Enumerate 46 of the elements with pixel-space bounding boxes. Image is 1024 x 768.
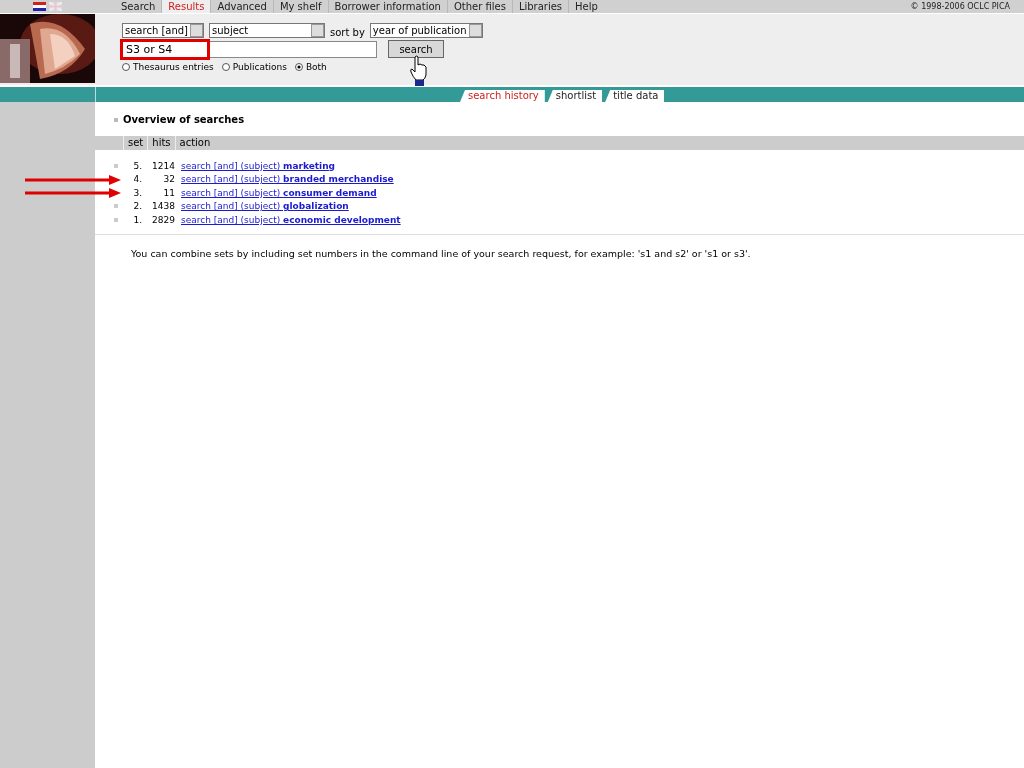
column-header: set	[123, 136, 148, 150]
hits-count: 1214	[151, 160, 175, 171]
help-text: You can combine sets by including set numbers in the command line of your search request, for example: 's1 and s2' or 's1 or s3'.	[130, 246, 752, 259]
sort-dropdown[interactable]: year of publication	[369, 23, 483, 38]
tab[interactable]: title data	[605, 90, 665, 102]
nav-link[interactable]: Help	[568, 0, 604, 13]
tab[interactable]: shortlist	[547, 90, 603, 102]
set-number: 5.	[132, 160, 142, 171]
radio-label[interactable]: Thesaurus entries	[133, 62, 214, 72]
nav-link[interactable]: Search	[117, 0, 162, 13]
set-number: 1.	[132, 214, 142, 225]
hits-count: 11	[162, 187, 175, 198]
dutch-flag-icon[interactable]	[33, 2, 46, 11]
search-link[interactable]: search [and] (subject) marketing	[181, 160, 336, 171]
column-header: hits	[147, 136, 175, 150]
search-link[interactable]: search [and] (subject) economic development	[181, 214, 401, 225]
hits-count: 32	[162, 174, 175, 185]
nav-link[interactable]: My shelf	[272, 0, 328, 13]
hits-count: 2829	[151, 214, 175, 225]
operator-dropdown[interactable]: search [and]	[122, 23, 204, 38]
search-link[interactable]: search [and] (subject) consumer demand	[181, 187, 377, 198]
set-number: 3.	[132, 187, 142, 198]
set-number: 2.	[132, 201, 142, 212]
radio-button[interactable]	[294, 63, 303, 71]
copyright-text: © 1998-2006 OCLC PICA	[910, 2, 1011, 11]
radio-label[interactable]: Both	[305, 62, 327, 72]
tab[interactable]: search history	[460, 90, 545, 102]
nav-link[interactable]: Libraries	[511, 0, 569, 13]
search-field[interactable]: S3 or S4	[122, 40, 377, 58]
bullet-icon	[114, 117, 118, 122]
nav-link[interactable]: Other files	[446, 0, 512, 13]
radio-button[interactable]	[221, 63, 230, 71]
radio-label[interactable]: Publications	[232, 62, 287, 72]
set-number: 4.	[132, 174, 142, 185]
index-dropdown[interactable]: subject	[209, 23, 325, 38]
search-link[interactable]: search [and] (subject) globalization	[181, 201, 349, 212]
sort-label: sort by	[330, 27, 365, 38]
nav-link[interactable]: Results	[161, 0, 211, 13]
hand-cursor-icon	[409, 55, 429, 87]
nav-link[interactable]: Advanced	[210, 0, 273, 13]
hits-count: 1438	[151, 201, 175, 212]
section-heading: Overview of searches	[123, 114, 245, 125]
radio-button[interactable]	[122, 63, 130, 71]
search-link[interactable]: search [and] (subject) branded merchandise	[181, 174, 394, 185]
column-header: action	[174, 136, 215, 150]
nav-link[interactable]: Borrower information	[327, 0, 447, 13]
